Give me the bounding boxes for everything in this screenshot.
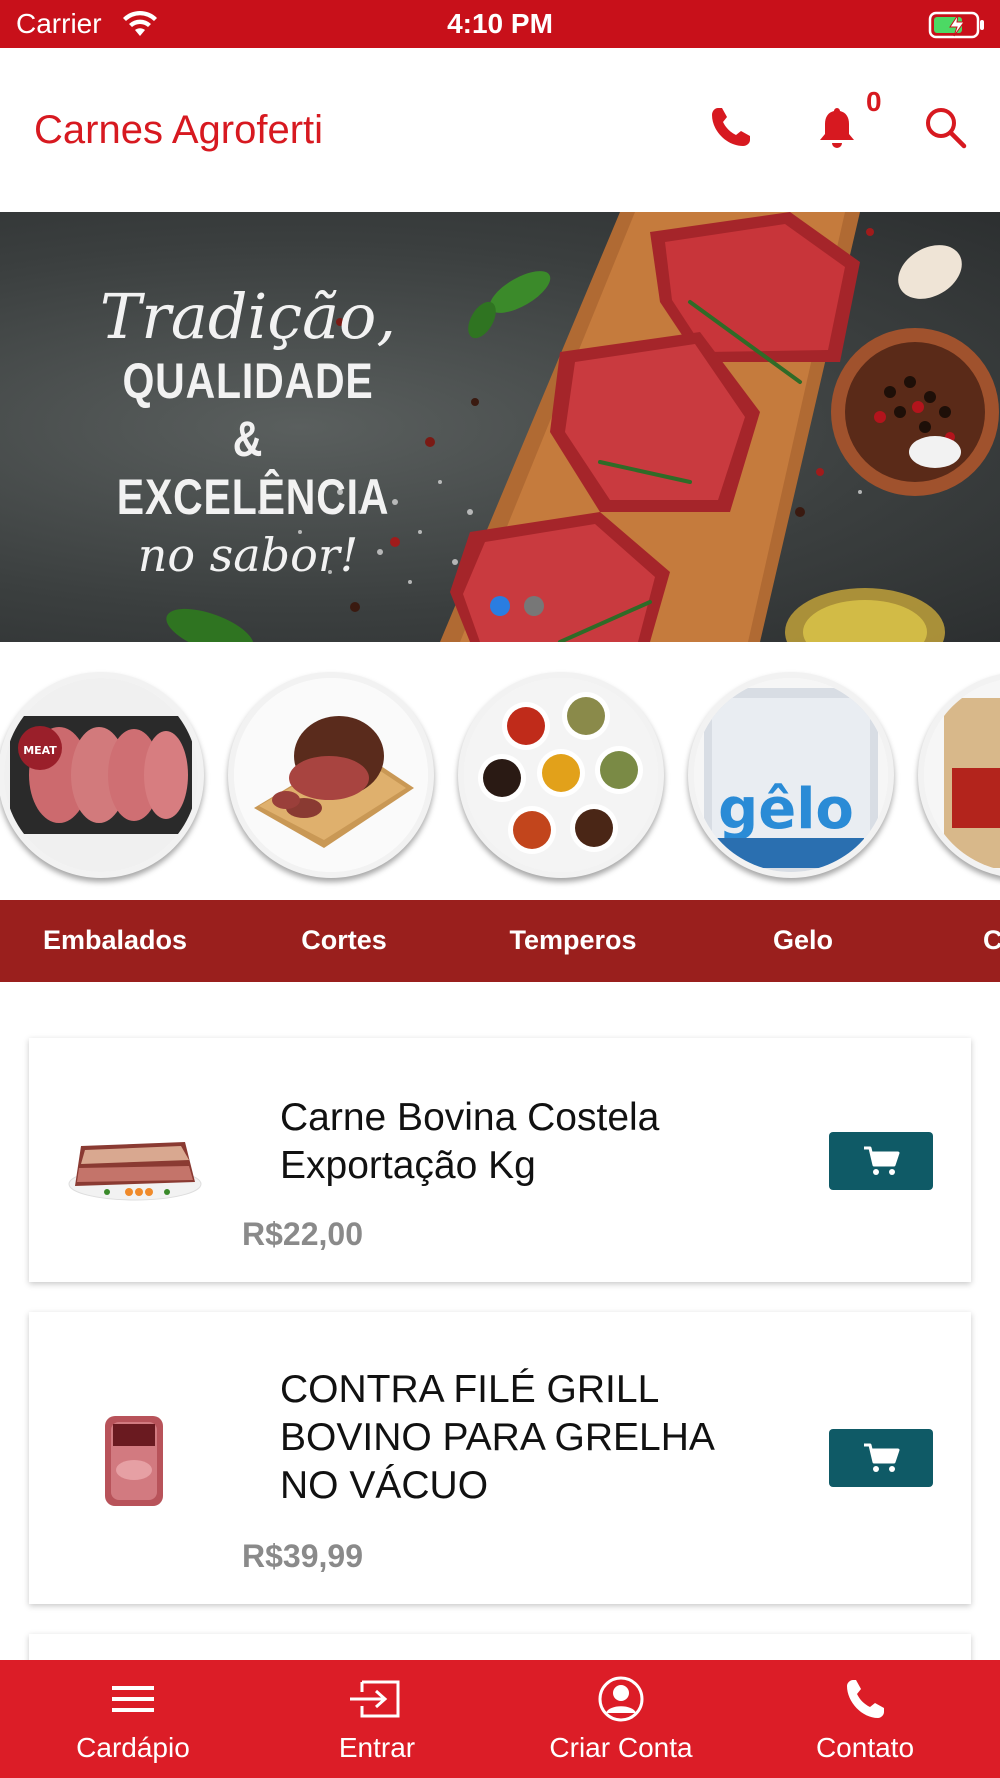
tab-cortes[interactable]: Cortes: [229, 925, 459, 956]
product-image: [68, 1142, 202, 1201]
category-image-gelo[interactable]: gêlo: [688, 672, 894, 878]
bottom-navigation: Cardápio Entrar Criar Conta Contato: [0, 1660, 1000, 1778]
battery-icon: [928, 11, 984, 39]
category-tab-bar: Embalados Cortes Temperos Gelo C: [0, 900, 1000, 982]
add-to-cart-button[interactable]: [829, 1132, 933, 1190]
notification-count: 0: [866, 86, 882, 117]
product-price: R$22,00: [242, 1216, 363, 1252]
product-name: Carne Bovina Costela Exportação Kg: [280, 1094, 659, 1190]
product-name-line: BOVINO PARA GRELHA: [280, 1416, 715, 1459]
nav-entrar[interactable]: Entrar: [252, 1660, 502, 1778]
product-name: CONTRA FILÉ GRILL BOVINO PARA GRELHA NO …: [280, 1366, 715, 1510]
product-price: R$39,99: [242, 1538, 363, 1574]
tab-gelo[interactable]: Gelo: [688, 925, 918, 956]
spices-image: [464, 678, 658, 872]
ice-bag-image: gêlo: [694, 678, 888, 872]
nav-label: Entrar: [338, 1732, 416, 1763]
app-title: Carnes Agroferti: [34, 108, 324, 152]
status-bar: Carrier 4:10 PM: [0, 0, 1000, 48]
product-name-line: Carne Bovina Costela: [280, 1096, 660, 1139]
product-image: [105, 1416, 163, 1506]
banner-line-4: no sabor!: [137, 528, 359, 582]
product-name-line: NO VÁCUO: [280, 1464, 489, 1507]
category-carousel[interactable]: MEAT gêlo: [0, 642, 1000, 900]
banner-line-2: QUALIDADE: [122, 353, 374, 409]
cart-icon: [864, 1146, 900, 1175]
tab-embalados[interactable]: Embalados: [0, 925, 230, 956]
product-card[interactable]: CONTRA FILÉ GRILL BOVINO PARA GRELHA NO …: [29, 1312, 971, 1604]
category-image-embalados[interactable]: MEAT: [0, 672, 204, 878]
tab-more[interactable]: C: [983, 925, 1000, 956]
category-image-temperos[interactable]: [458, 672, 664, 878]
charcoal-bag-image: [924, 678, 1000, 872]
banner-slogan: Tradição, QUALIDADE & EXCELÊNCIA no sabo…: [88, 282, 408, 584]
phone-icon[interactable]: [708, 104, 754, 150]
banner-line-3: & EXCELÊNCIA: [116, 411, 390, 525]
nav-label: Cardápio: [76, 1732, 190, 1763]
product-name-line: CONTRA FILÉ GRILL: [280, 1368, 660, 1411]
nav-cardapio[interactable]: Cardápio: [8, 1660, 258, 1778]
svg-text:MEAT: MEAT: [23, 744, 57, 757]
nav-label: Contato: [815, 1732, 915, 1763]
banner-line-1: Tradição,: [99, 280, 397, 353]
category-image-cortes[interactable]: [228, 672, 434, 878]
add-to-cart-button[interactable]: [829, 1429, 933, 1487]
cart-icon: [864, 1443, 900, 1472]
packaged-meat-image: MEAT: [4, 678, 198, 872]
nav-label: Criar Conta: [549, 1732, 693, 1763]
app-header: Carnes Agroferti 0: [0, 48, 1000, 212]
menu-icon: [112, 1686, 154, 1712]
nav-criar-conta[interactable]: Criar Conta: [496, 1660, 746, 1778]
banner-dot[interactable]: [524, 596, 545, 616]
tab-temperos[interactable]: Temperos: [458, 925, 688, 956]
search-icon[interactable]: [922, 104, 968, 150]
svg-text:gêlo: gêlo: [718, 777, 854, 842]
user-icon: [598, 1676, 644, 1722]
login-icon: [350, 1680, 400, 1718]
bell-icon[interactable]: [814, 104, 860, 150]
product-card[interactable]: Carne Bovina Costela Exportação Kg R$22,…: [29, 1038, 971, 1282]
product-name-line: Exportação Kg: [280, 1144, 536, 1187]
phone-icon: [847, 1680, 884, 1718]
category-image-more[interactable]: [918, 672, 1000, 878]
beef-cut-image: [234, 678, 428, 872]
banner-pagination[interactable]: [490, 596, 554, 621]
status-time: 4:10 PM: [447, 8, 553, 39]
promo-banner[interactable]: Tradição, QUALIDADE & EXCELÊNCIA no sabo…: [0, 212, 1000, 642]
nav-contato[interactable]: Contato: [740, 1660, 990, 1778]
banner-dot-active[interactable]: [490, 596, 510, 616]
